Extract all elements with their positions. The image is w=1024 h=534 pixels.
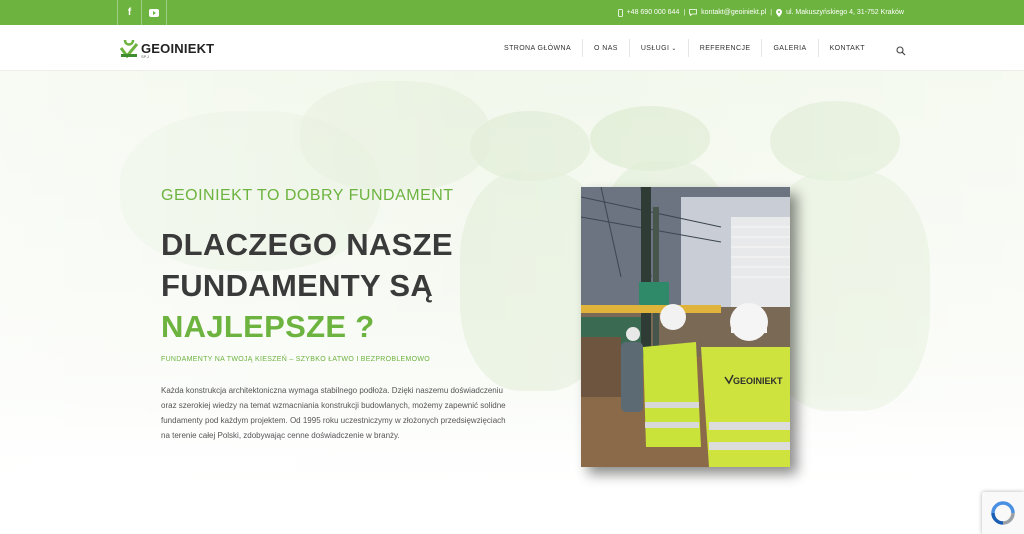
chat-icon (689, 9, 698, 16)
facebook-icon: f (127, 7, 132, 18)
logo-mark-icon (119, 39, 139, 58)
facebook-link[interactable]: f (117, 0, 142, 25)
nav-item-galeria[interactable]: GALERIA (762, 39, 819, 57)
search-button[interactable] (896, 43, 906, 56)
separator: | (770, 9, 773, 16)
location-pin-icon (776, 8, 783, 17)
recaptcha-icon (991, 501, 1015, 525)
nav-item-kontakt[interactable]: KONTAKT (819, 39, 876, 57)
nav-item-o-nas[interactable]: O NAS (583, 39, 630, 57)
search-icon (896, 46, 906, 56)
hero-heading-line-2: FUNDAMENTY SĄ (161, 268, 434, 303)
construction-photo: GEOINIEKT (581, 187, 790, 467)
vest-logo-text: GEOINIEKT (733, 376, 783, 386)
hero-heading-line-1: DLACZEGO NASZE (161, 227, 453, 262)
youtube-link[interactable] (142, 0, 167, 25)
construction-photo-illustration: GEOINIEKT (581, 187, 790, 467)
menu: STRONA GŁÓWNA O NAS USŁUGI ⌄ REFERENCJE … (493, 25, 876, 71)
chevron-down-icon: ⌄ (671, 45, 677, 52)
phone-icon (617, 8, 623, 17)
recaptcha-badge[interactable] (982, 492, 1024, 534)
hero-heading-line-3: NAJLEPSZE ? (161, 309, 375, 344)
phone-link[interactable]: +48 690 000 644 (627, 9, 680, 16)
nav-item-uslugi[interactable]: USŁUGI ⌄ (630, 39, 689, 57)
youtube-icon (149, 8, 159, 17)
hero-paragraph: Każda konstrukcja architektoniczna wymag… (161, 386, 506, 440)
logo-text: GEOINIEKT (141, 40, 215, 56)
contact-info: +48 690 000 644 | kontakt@geoiniekt.pl |… (617, 0, 904, 25)
main-navigation: GEOINIEKT SP.J STRONA GŁÓWNA O NAS USŁUG… (0, 25, 1024, 71)
nav-item-strona-glowna[interactable]: STRONA GŁÓWNA (493, 39, 584, 57)
email-link[interactable]: kontakt@geoiniekt.pl (701, 9, 766, 16)
separator: | (683, 9, 686, 16)
address-text: ul. Makuszyńskiego 4, 31-752 Kraków (786, 9, 904, 16)
nav-item-referencje[interactable]: REFERENCJE (689, 39, 763, 57)
top-bar: f +48 690 000 644 | kontakt@geoiniekt.pl… (0, 0, 1024, 25)
hero-eyebrow: GEOINIEKT TO DOBRY FUNDAMENT (161, 187, 454, 204)
hero-tagline: FUNDAMENTY NA TWOJĄ KIESZEŃ – SZYBKO ŁAT… (161, 356, 431, 363)
hero-fade (0, 391, 1024, 534)
hero-section: GEOINIEKT TO DOBRY FUNDAMENT DLACZEGO NA… (0, 71, 1024, 534)
site-logo[interactable]: GEOINIEKT SP.J (119, 38, 215, 59)
nav-item-label: USŁUGI (640, 44, 670, 52)
logo-subtext: SP.J (141, 54, 149, 59)
